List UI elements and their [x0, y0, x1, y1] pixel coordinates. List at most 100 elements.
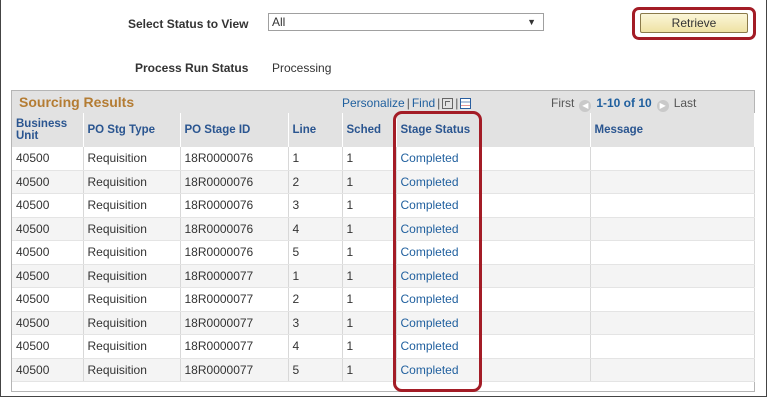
column-header-message[interactable]: Message	[590, 113, 755, 147]
cell-sched: 1	[342, 287, 397, 312]
cell-po-stg-type: Requisition	[83, 264, 181, 288]
cell-sched: 1	[342, 217, 397, 241]
cell-po-stage-id: 18R0000077	[180, 264, 289, 288]
cell-stage-status-link[interactable]: Completed	[396, 287, 591, 312]
cell-po-stage-id: 18R0000076	[180, 170, 289, 194]
cell-message	[590, 170, 755, 194]
run-status-label: Process Run Status	[135, 61, 249, 75]
column-header-line[interactable]: Line	[288, 113, 343, 147]
cell-po-stg-type: Requisition	[83, 240, 181, 265]
cell-stage-status-link[interactable]: Completed	[396, 264, 591, 288]
status-filter-label: Select Status to View	[128, 17, 249, 31]
grid-tools: Personalize | Find | |	[342, 96, 472, 110]
cell-sched: 1	[342, 193, 397, 218]
column-header-sched[interactable]: Sched	[342, 113, 397, 147]
cell-message	[590, 334, 755, 359]
cell-message	[590, 264, 755, 288]
column-header-business-unit[interactable]: Business Unit	[12, 113, 84, 147]
previous-arrow-icon[interactable]: ◀	[579, 100, 592, 112]
cell-business-unit: 40500	[12, 217, 84, 241]
cell-line: 5	[288, 240, 343, 265]
find-link[interactable]: Find	[412, 96, 435, 110]
table-row: 40500 Requisition 18R0000076 3 1 Complet…	[12, 193, 755, 218]
cell-po-stage-id: 18R0000077	[180, 311, 289, 335]
cell-po-stg-type: Requisition	[83, 287, 181, 312]
status-filter-value: All	[272, 15, 286, 29]
dropdown-arrow-icon: ▼	[527, 17, 536, 27]
cell-business-unit: 40500	[12, 193, 84, 218]
cell-business-unit: 40500	[12, 240, 84, 265]
cell-business-unit: 40500	[12, 264, 84, 288]
table-row: 40500 Requisition 18R0000076 2 1 Complet…	[12, 170, 755, 194]
run-status-value: Processing	[272, 61, 332, 75]
personalize-link[interactable]: Personalize	[342, 96, 405, 110]
cell-po-stage-id: 18R0000076	[180, 217, 289, 241]
cell-line: 3	[288, 193, 343, 218]
column-header-po-stg-type[interactable]: PO Stg Type	[83, 113, 181, 147]
cell-business-unit: 40500	[12, 334, 84, 359]
column-header-stage-status[interactable]: Stage Status	[396, 113, 591, 147]
cell-po-stg-type: Requisition	[83, 358, 181, 382]
cell-line: 5	[288, 358, 343, 382]
retrieve-highlight: Retrieve	[632, 7, 756, 40]
cell-message	[590, 217, 755, 241]
last-link[interactable]: Last	[674, 96, 697, 110]
cell-line: 1	[288, 147, 343, 171]
cell-sched: 1	[342, 170, 397, 194]
cell-po-stage-id: 18R0000076	[180, 193, 289, 218]
cell-sched: 1	[342, 264, 397, 288]
table-row: 40500 Requisition 18R0000076 5 1 Complet…	[12, 240, 755, 265]
retrieve-button[interactable]: Retrieve	[640, 13, 748, 33]
cell-sched: 1	[342, 147, 397, 171]
cell-sched: 1	[342, 358, 397, 382]
cell-stage-status-link[interactable]: Completed	[396, 240, 591, 265]
cell-line: 2	[288, 287, 343, 312]
sourcing-results-grid: Sourcing Results Personalize | Find | | Firs…	[11, 90, 755, 392]
cell-business-unit: 40500	[12, 287, 84, 312]
next-arrow-icon[interactable]: ▶	[656, 100, 669, 112]
cell-po-stg-type: Requisition	[83, 147, 181, 171]
table-header-row: Business Unit PO Stg Type PO Stage ID Li…	[12, 113, 755, 147]
grid-header: Sourcing Results Personalize | Find | | Firs…	[12, 91, 754, 113]
cell-po-stage-id: 18R0000076	[180, 240, 289, 265]
cell-sched: 1	[342, 240, 397, 265]
grid-title: Sourcing Results	[19, 94, 135, 110]
cell-po-stage-id: 18R0000077	[180, 358, 289, 382]
download-excel-icon[interactable]	[460, 98, 472, 109]
cell-po-stg-type: Requisition	[83, 334, 181, 359]
cell-line: 4	[288, 217, 343, 241]
cell-message	[590, 240, 755, 265]
results-table: Business Unit PO Stg Type PO Stage ID Li…	[12, 113, 755, 382]
cell-stage-status-link[interactable]: Completed	[396, 170, 591, 194]
cell-stage-status-link[interactable]: Completed	[396, 311, 591, 335]
grid-navigation: First ◀ 1-10 of 10 ▶ Last	[551, 96, 696, 112]
cell-po-stg-type: Requisition	[83, 170, 181, 194]
cell-business-unit: 40500	[12, 358, 84, 382]
status-filter-select[interactable]: All ▼	[268, 13, 544, 31]
cell-line: 4	[288, 334, 343, 359]
row-range: 1-10 of 10	[596, 96, 652, 110]
table-row: 40500 Requisition 18R0000077 4 1 Complet…	[12, 334, 755, 359]
cell-message	[590, 358, 755, 382]
cell-business-unit: 40500	[12, 311, 84, 335]
first-link[interactable]: First	[551, 96, 574, 110]
cell-stage-status-link[interactable]: Completed	[396, 217, 591, 241]
cell-po-stage-id: 18R0000077	[180, 334, 289, 359]
cell-message	[590, 311, 755, 335]
cell-message	[590, 193, 755, 218]
cell-message	[590, 287, 755, 312]
cell-po-stage-id: 18R0000077	[180, 287, 289, 312]
cell-line: 2	[288, 170, 343, 194]
cell-message	[590, 147, 755, 171]
cell-po-stg-type: Requisition	[83, 193, 181, 218]
cell-stage-status-link[interactable]: Completed	[396, 147, 591, 171]
cell-line: 3	[288, 311, 343, 335]
view-all-icon[interactable]	[442, 98, 454, 109]
cell-stage-status-link[interactable]: Completed	[396, 193, 591, 218]
cell-business-unit: 40500	[12, 170, 84, 194]
cell-stage-status-link[interactable]: Completed	[396, 358, 591, 382]
table-row: 40500 Requisition 18R0000076 4 1 Complet…	[12, 217, 755, 241]
cell-sched: 1	[342, 311, 397, 335]
cell-stage-status-link[interactable]: Completed	[396, 334, 591, 359]
column-header-po-stage-id[interactable]: PO Stage ID	[180, 113, 289, 147]
